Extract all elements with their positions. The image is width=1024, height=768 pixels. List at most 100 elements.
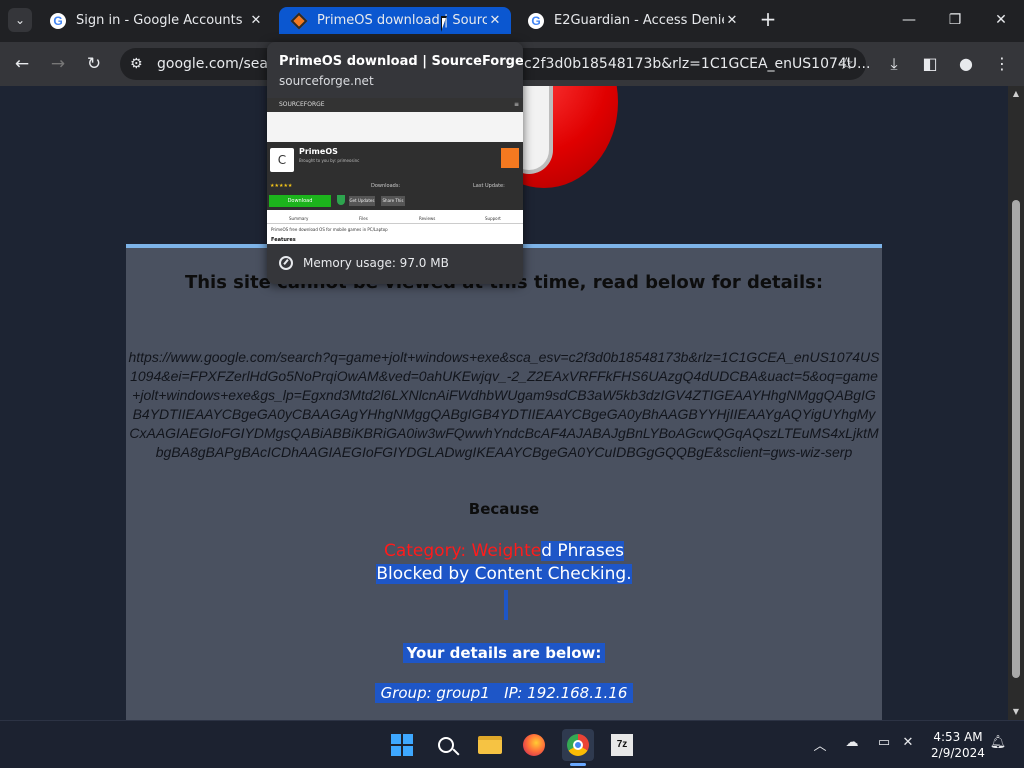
primeos-logo-icon: C bbox=[270, 148, 294, 172]
tab-strip: ⌄ G Sign in - Google Accounts ✕ PrimeOS … bbox=[0, 0, 1024, 42]
taskbar-firefox[interactable] bbox=[518, 729, 550, 761]
taskbar-file-explorer[interactable] bbox=[474, 729, 506, 761]
reason-category: Category: Weighte bbox=[383, 541, 542, 561]
thumb-tab: Summary bbox=[289, 216, 309, 221]
thumb-tabs: Summary Files Reviews Support bbox=[267, 214, 523, 224]
active-app-indicator bbox=[570, 763, 586, 766]
thumb-header: SOURCEFORGE ≡ bbox=[267, 98, 523, 112]
thumb-tab: Reviews bbox=[419, 216, 436, 221]
bell-icon: 🔔︎ bbox=[989, 735, 1007, 750]
side-panel-icon: ◧ bbox=[922, 54, 938, 73]
forward-button[interactable]: → bbox=[46, 52, 70, 76]
tab-sourceforge[interactable]: PrimeOS download | SourceForge.net ✕ bbox=[279, 7, 511, 34]
thumb-project-header: C PrimeOS Brought to you by: primeosinc … bbox=[267, 142, 523, 210]
group-ip-text: Group: group1 IP: 192.168.1.16 bbox=[374, 683, 634, 703]
scroll-thumb[interactable] bbox=[1012, 200, 1020, 678]
thumb-project-subtitle: Brought to you by: primeosinc bbox=[299, 158, 360, 163]
blocked-url: https://www.google.com/search?q=game+jol… bbox=[128, 349, 880, 460]
thumb-banner bbox=[267, 112, 523, 142]
tab-e2guardian[interactable]: G E2Guardian - Access Denied ✕ bbox=[516, 7, 748, 34]
forward-arrow-icon: → bbox=[50, 54, 66, 74]
volume-muted-icon: ✕ bbox=[902, 735, 914, 750]
menu-button[interactable]: ⋮ bbox=[990, 52, 1014, 76]
tab-search-button[interactable]: ⌄ bbox=[8, 8, 32, 32]
group-ip-info: Group: group1 IP: 192.168.1.16 bbox=[126, 683, 882, 703]
more-vert-icon: ⋮ bbox=[994, 54, 1010, 73]
minimize-button[interactable]: — bbox=[886, 8, 932, 32]
text-selection-caret bbox=[504, 590, 508, 620]
access-denied-panel: This site cannot be viewed at this time,… bbox=[126, 244, 882, 720]
profile-button[interactable]: ● bbox=[954, 52, 978, 76]
taskbar: 7z ︿ ☁ ▭ ✕ 4:53 AM 2/9/2024 🔔︎ bbox=[0, 720, 1024, 768]
clock-time: 4:53 AM bbox=[933, 730, 983, 744]
bookmark-star-icon[interactable]: ☆ bbox=[839, 48, 854, 80]
memory-usage-text: Memory usage: 97.0 MB bbox=[303, 256, 449, 270]
tab-google-signin[interactable]: G Sign in - Google Accounts ✕ bbox=[38, 7, 272, 34]
cloud-offline-icon: ☁ bbox=[845, 735, 859, 750]
clock-date: 2/9/2024 bbox=[931, 746, 985, 760]
back-button[interactable]: ← bbox=[10, 52, 34, 76]
thumb-update-label: Last Update: bbox=[473, 183, 505, 189]
onedrive-tray-button[interactable]: ☁ bbox=[842, 735, 862, 750]
thumb-description: PrimeOS free download OS for mobile game… bbox=[271, 227, 388, 232]
scroll-up-icon[interactable]: ▲ bbox=[1008, 86, 1024, 102]
back-arrow-icon: ← bbox=[14, 54, 30, 74]
hover-card-domain: sourceforge.net bbox=[279, 74, 374, 88]
thumb-rating-stars: ★★★★★ bbox=[270, 183, 293, 189]
details-heading-text: Your details are below: bbox=[402, 643, 606, 663]
shield-icon bbox=[337, 195, 345, 205]
url-text-left: google.com/searc bbox=[157, 56, 282, 72]
profile-icon: ● bbox=[959, 54, 973, 73]
7zip-icon: 7z bbox=[611, 734, 633, 756]
because-label: Because bbox=[468, 500, 540, 518]
file-explorer-icon bbox=[478, 736, 502, 754]
tab-title: E2Guardian - Access Denied bbox=[554, 13, 724, 28]
scroll-down-icon[interactable]: ▼ bbox=[1008, 704, 1024, 720]
volume-tray-button[interactable]: ✕ bbox=[898, 735, 918, 750]
thumb-project-name: PrimeOS bbox=[299, 147, 338, 156]
mouse-cursor-fill bbox=[442, 18, 450, 29]
new-tab-button[interactable]: + bbox=[758, 9, 778, 30]
memory-gauge-icon bbox=[279, 256, 293, 270]
side-panel-button[interactable]: ◧ bbox=[918, 52, 942, 76]
sourceforge-icon bbox=[290, 12, 308, 29]
chrome-icon bbox=[567, 734, 589, 756]
hover-card-title: PrimeOS download | SourceForge.net bbox=[279, 54, 523, 69]
network-tray-button[interactable]: ▭ bbox=[874, 735, 894, 750]
taskbar-search-button[interactable] bbox=[430, 729, 462, 761]
download-icon: ⤓ bbox=[890, 54, 898, 73]
restore-button[interactable]: ❐ bbox=[932, 8, 978, 32]
close-icon: ✕ bbox=[995, 12, 1007, 28]
thumb-share-button: Share This bbox=[381, 196, 405, 206]
tab-title: PrimeOS download | SourceForge.net bbox=[317, 13, 487, 28]
taskbar-7zip[interactable]: 7z bbox=[606, 729, 638, 761]
tab-preview-thumbnail: SOURCEFORGE ≡ C PrimeOS Brought to you b… bbox=[267, 98, 523, 244]
thumb-features: Features bbox=[271, 237, 296, 243]
system-clock[interactable]: 4:53 AM 2/9/2024 bbox=[926, 729, 990, 761]
close-icon[interactable]: ✕ bbox=[248, 13, 264, 28]
show-hidden-icons-button[interactable]: ︿ bbox=[810, 735, 830, 754]
taskbar-chrome[interactable] bbox=[562, 729, 594, 761]
block-reason: Category: Weighted Phrases Blocked by Co… bbox=[126, 540, 882, 586]
firefox-icon bbox=[523, 734, 545, 756]
reload-button[interactable]: ↻ bbox=[82, 52, 106, 76]
site-info-icon[interactable]: ⚙ bbox=[130, 48, 143, 80]
window-close-button[interactable]: ✕ bbox=[978, 8, 1024, 32]
details-heading: Your details are below: bbox=[126, 643, 882, 663]
thumb-get-updates-button: Get Updates bbox=[349, 196, 375, 206]
minimize-icon: — bbox=[902, 12, 916, 28]
downloads-button[interactable]: ⤓ bbox=[882, 52, 906, 76]
chevron-down-icon: ⌄ bbox=[14, 13, 26, 27]
url-text-right: c2f3d0b18548173b&rlz=1C1GCEA_enUS1074U..… bbox=[524, 56, 871, 72]
close-icon[interactable]: ✕ bbox=[724, 13, 740, 28]
thumb-tab: Files bbox=[359, 216, 368, 221]
tab-title: Sign in - Google Accounts bbox=[76, 13, 243, 28]
thumb-tab: Support bbox=[485, 216, 501, 221]
page-scrollbar[interactable]: ▲ ▼ bbox=[1008, 86, 1024, 720]
thumb-download-button: Download bbox=[269, 195, 331, 207]
thumb-downloads-label: Downloads: bbox=[371, 183, 401, 189]
thumb-award-badge bbox=[501, 148, 519, 168]
notifications-button[interactable]: 🔔︎ bbox=[988, 735, 1008, 750]
close-icon[interactable]: ✕ bbox=[487, 13, 503, 28]
start-button[interactable] bbox=[386, 729, 418, 761]
